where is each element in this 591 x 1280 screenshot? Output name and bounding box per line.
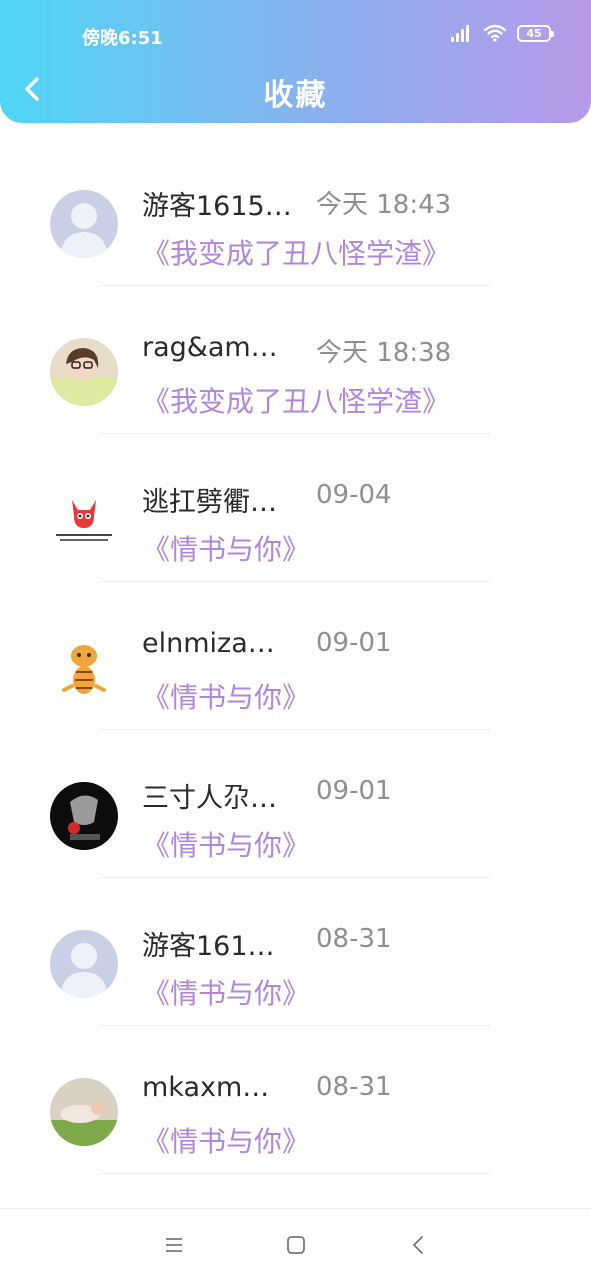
default-avatar-icon[interactable] — [50, 190, 118, 258]
book-title-link[interactable]: 《情书与你》 — [142, 1120, 310, 1160]
timestamp: 09-01 — [316, 628, 392, 658]
battery-icon: 45 — [517, 24, 554, 42]
username: rag&am… — [142, 332, 278, 363]
favorites-list: 游客1615… 今天 18:43 《我变成了丑八怪学渣》 rag&am… 今天 … — [0, 138, 591, 1174]
back-triangle-icon[interactable] — [407, 1233, 431, 1257]
cartoon-tiger-avatar-icon[interactable] — [50, 634, 118, 702]
username: 游客161… — [142, 931, 275, 962]
book-title-link[interactable]: 《情书与你》 — [142, 676, 310, 716]
list-item[interactable]: rag&am… 今天 18:38 《我变成了丑八怪学渣》 — [0, 286, 591, 434]
photo-avatar-icon[interactable] — [50, 338, 118, 406]
book-title-link[interactable]: 《情书与你》 — [142, 824, 310, 864]
dark-figure-avatar-icon[interactable] — [50, 782, 118, 850]
home-square-icon[interactable] — [284, 1233, 308, 1257]
book-title-link[interactable]: 《我变成了丑八怪学渣》 — [142, 232, 450, 272]
default-avatar-icon[interactable] — [50, 930, 118, 998]
username: 三寸人尕… — [142, 783, 277, 814]
status-time: 傍晚6:51 — [82, 28, 163, 49]
timestamp: 08-31 — [316, 924, 392, 954]
status-icons: 45 — [451, 24, 554, 42]
timestamp: 09-04 — [316, 480, 392, 510]
page-title: 收藏 — [263, 78, 328, 113]
menu-icon[interactable] — [162, 1233, 186, 1257]
timestamp: 09-01 — [316, 776, 392, 806]
divider — [100, 1173, 491, 1174]
book-title-link[interactable]: 《情书与你》 — [142, 972, 310, 1012]
book-title-link[interactable]: 《情书与你》 — [142, 528, 310, 568]
wifi-icon — [483, 24, 507, 42]
list-item[interactable]: elnmiza… 09-01 《情书与你》 — [0, 582, 591, 730]
list-item[interactable]: mkaxm… 08-31 《情书与你》 — [0, 1026, 591, 1174]
list-item[interactable]: 游客161… 08-31 《情书与你》 — [0, 878, 591, 1026]
list-item[interactable]: 逃扛劈衢… 09-04 《情书与你》 — [0, 434, 591, 582]
book-title-link[interactable]: 《我变成了丑八怪学渣》 — [142, 380, 450, 420]
system-nav-bar — [0, 1208, 591, 1280]
list-item[interactable]: 游客1615… 今天 18:43 《我变成了丑八怪学渣》 — [0, 138, 591, 286]
timestamp: 08-31 — [316, 1072, 392, 1102]
username: elnmiza… — [142, 628, 275, 659]
photo-avatar-nature-icon[interactable] — [50, 1078, 118, 1146]
username: 游客1615… — [142, 191, 292, 222]
signal-icon — [451, 24, 473, 42]
timestamp: 今天 18:43 — [316, 190, 452, 220]
cartoon-fox-avatar-icon[interactable] — [50, 486, 118, 554]
username: mkaxm… — [142, 1072, 270, 1103]
app-header: 傍晚6:51 45 收藏 — [0, 0, 591, 123]
username: 逃扛劈衢… — [142, 487, 277, 518]
list-item[interactable]: 三寸人尕… 09-01 《情书与你》 — [0, 730, 591, 878]
timestamp: 今天 18:38 — [316, 338, 452, 368]
